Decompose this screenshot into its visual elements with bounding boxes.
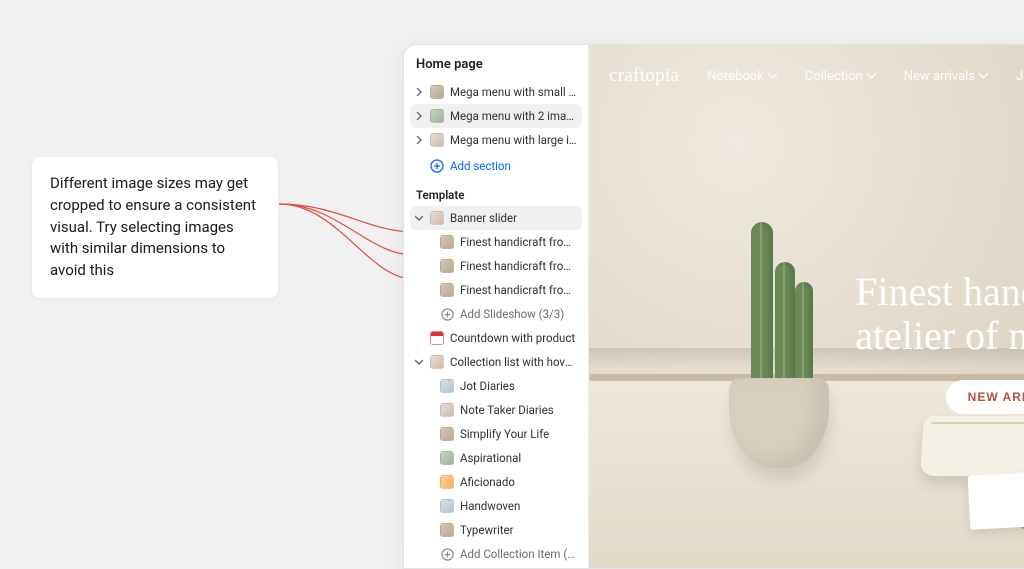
section-label: Banner slider [450, 211, 578, 225]
help-callout: Different image sizes may get cropped to… [32, 157, 278, 298]
collection-item[interactable]: Typewriter [410, 518, 582, 542]
slide-label: Finest handicraft from atelier o... [460, 235, 578, 249]
section-label: Mega menu with 2 image [450, 109, 578, 123]
nav-new-arrivals[interactable]: New arrivals [904, 69, 988, 84]
section-collection-tab[interactable]: Collection list with tab [410, 566, 582, 568]
plus-circle-icon [440, 547, 454, 561]
nav-collection[interactable]: Collection [805, 69, 876, 84]
item-thumb-icon [440, 475, 454, 489]
collection-item[interactable]: Aspirational [410, 446, 582, 470]
nav-label: New arrivals [904, 69, 975, 84]
collection-item[interactable]: Simplify Your Life [410, 422, 582, 446]
plus-circle-icon [430, 159, 444, 173]
chevron-right-icon [414, 135, 424, 145]
chevron-down-icon [979, 69, 988, 84]
nav-label: Collection [805, 69, 863, 84]
item-label: Simplify Your Life [460, 427, 578, 441]
slide-item[interactable]: Finest handicraft from atelier o... [410, 230, 582, 254]
chevron-down-icon [867, 69, 876, 84]
item-thumb-icon [440, 427, 454, 441]
hero-title-line1: Finest handic [855, 270, 1024, 314]
item-thumb-icon [440, 403, 454, 417]
storefront-header: craftopia Notebook Collection New arriva… [609, 65, 1024, 87]
countdown-thumb-icon [430, 331, 444, 345]
section-thumb-icon [430, 133, 444, 147]
add-section-label: Add section [450, 159, 578, 173]
collection-item[interactable]: Aficionado [410, 470, 582, 494]
theme-editor-window: Home page Mega menu with small image Meg… [403, 44, 1024, 569]
section-thumb-icon [430, 211, 444, 225]
add-section-button[interactable]: Add section [410, 154, 582, 178]
section-label: Collection list with hover images [450, 355, 578, 369]
section-mega-menu-small[interactable]: Mega menu with small image [410, 80, 582, 104]
add-collection-label: Add Collection Item (7/7) [460, 547, 578, 561]
chevron-down-icon [414, 357, 424, 367]
add-slideshow-label: Add Slideshow (3/3) [460, 307, 578, 321]
cactus-decoration [751, 222, 773, 382]
sidebar-scroll[interactable]: Mega menu with small image Mega menu wit… [404, 80, 588, 568]
section-banner-slider[interactable]: Banner slider [410, 206, 582, 230]
nav-label: Notebook [707, 69, 764, 84]
pencil-pouch [920, 416, 1024, 476]
add-slideshow-button[interactable]: Add Slideshow (3/3) [410, 302, 582, 326]
item-thumb-icon [440, 451, 454, 465]
item-label: Typewriter [460, 523, 578, 537]
plus-circle-icon [440, 307, 454, 321]
section-thumb-icon [430, 355, 444, 369]
slide-item[interactable]: Finest handicraft from atelier o... [410, 254, 582, 278]
chevron-right-icon [414, 111, 424, 121]
item-thumb-icon [440, 523, 454, 537]
template-group-label: Template [410, 178, 582, 206]
section-thumb-icon [430, 109, 444, 123]
collection-item[interactable]: Handwoven [410, 494, 582, 518]
add-collection-item-button[interactable]: Add Collection Item (7/7) [410, 542, 582, 566]
chevron-down-icon [768, 69, 777, 84]
section-mega-menu-2[interactable]: Mega menu with 2 image [410, 104, 582, 128]
hero-title-line2: atelier of mast [855, 314, 1024, 358]
nav-truncated[interactable]: Jo [1016, 69, 1024, 84]
nav-notebook[interactable]: Notebook [707, 69, 777, 84]
item-label: Note Taker Diaries [460, 403, 578, 417]
item-thumb-icon [440, 499, 454, 513]
item-label: Aficionado [460, 475, 578, 489]
cactus-decoration [775, 262, 795, 382]
page-title: Home page [404, 45, 588, 80]
section-label: Mega menu with large image [450, 133, 578, 147]
callout-text: Different image sizes may get cropped to… [50, 174, 256, 279]
section-label: Mega menu with small image [450, 85, 578, 99]
item-label: Handwoven [460, 499, 578, 513]
section-mega-menu-large[interactable]: Mega menu with large image [410, 128, 582, 152]
nav-label: Jo [1016, 69, 1024, 84]
cactus-decoration [795, 282, 813, 382]
collection-item[interactable]: Note Taker Diaries [410, 398, 582, 422]
item-thumb-icon [440, 379, 454, 393]
slide-item[interactable]: Finest handicraft from atelier o... [410, 278, 582, 302]
slide-thumb-icon [440, 259, 454, 273]
slide-label: Finest handicraft from atelier o... [460, 283, 578, 297]
section-thumb-icon [430, 85, 444, 99]
new-arrival-button[interactable]: NEW ARRIVAL [946, 380, 1024, 414]
section-collection-hover[interactable]: Collection list with hover images [410, 350, 582, 374]
slide-thumb-icon [440, 283, 454, 297]
section-label: Countdown with product [450, 331, 578, 345]
sticky-note [968, 472, 1024, 529]
chevron-right-icon [414, 87, 424, 97]
slide-thumb-icon [440, 235, 454, 249]
item-label: Jot Diaries [460, 379, 578, 393]
storefront-preview: craftopia Notebook Collection New arriva… [589, 45, 1024, 568]
slide-label: Finest handicraft from atelier o... [460, 259, 578, 273]
collection-item[interactable]: Jot Diaries [410, 374, 582, 398]
section-countdown[interactable]: Countdown with product [410, 326, 582, 350]
sections-sidebar: Home page Mega menu with small image Meg… [404, 45, 589, 568]
brand-logo[interactable]: craftopia [609, 65, 679, 87]
chevron-down-icon [414, 213, 424, 223]
item-label: Aspirational [460, 451, 578, 465]
hero-banner: Finest handic atelier of mast NEW ARRIVA… [855, 270, 1024, 414]
